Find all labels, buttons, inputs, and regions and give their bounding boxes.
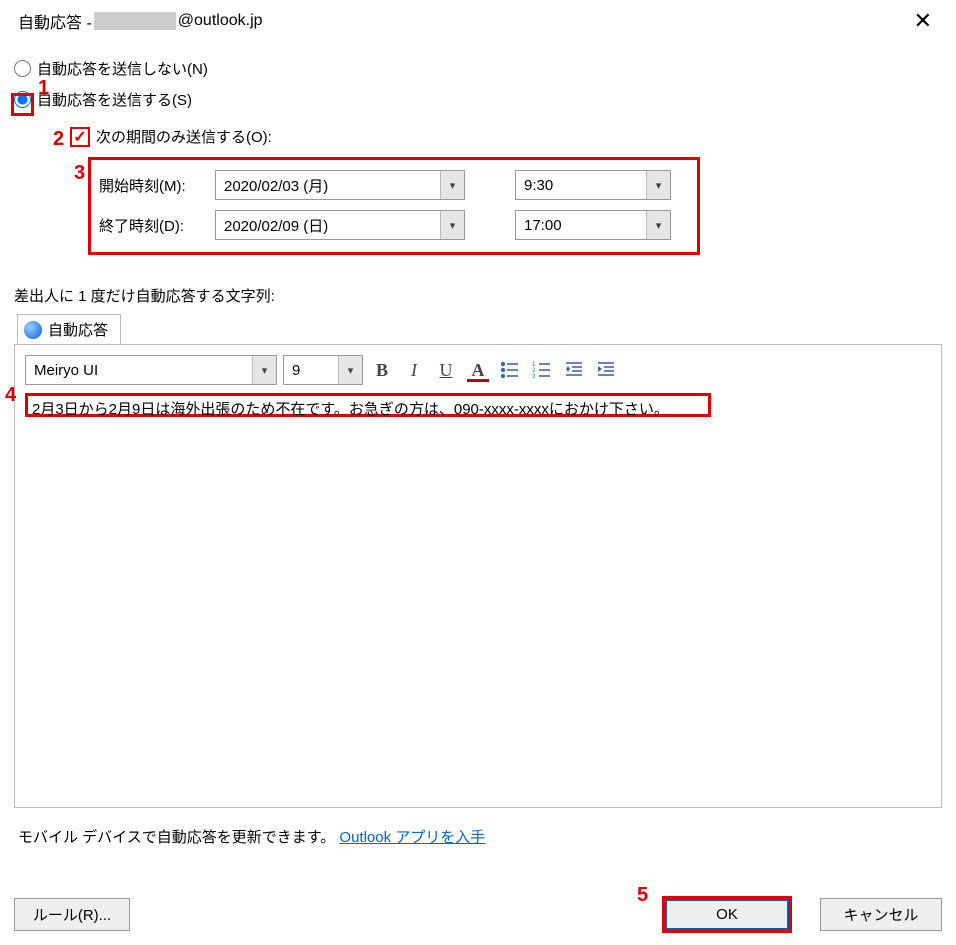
- title-suffix: @outlook.jp: [178, 12, 263, 30]
- number-list-icon[interactable]: 123: [529, 357, 555, 383]
- radio-send[interactable]: [14, 91, 31, 108]
- font-size-select[interactable]: 9 ▾: [283, 355, 363, 385]
- start-time-label: 開始時刻(M):: [99, 175, 215, 196]
- editor-toolbar: Meiryo UI ▾ 9 ▾ B I U A 123: [25, 355, 931, 385]
- radio-dont-send-label: 自動応答を送信しない(N): [37, 58, 208, 79]
- indent-icon[interactable]: [593, 357, 619, 383]
- start-time-select[interactable]: 9:30 ▾: [515, 170, 671, 200]
- mobile-hint: モバイル デバイスで自動応答を更新できます。 Outlook アプリを入手: [18, 826, 942, 847]
- italic-icon[interactable]: I: [401, 357, 427, 383]
- chevron-down-icon[interactable]: ▾: [646, 171, 670, 199]
- title-bar: 自動応答 - @outlook.jp ✕: [0, 0, 956, 40]
- svg-text:3: 3: [532, 374, 536, 380]
- ok-annotation-box: OK: [662, 896, 792, 933]
- outdent-icon[interactable]: [561, 357, 587, 383]
- chevron-down-icon[interactable]: ▾: [440, 171, 464, 199]
- dialog-buttons: ルール(R)... OK キャンセル: [14, 896, 942, 933]
- font-select[interactable]: Meiryo UI ▾: [25, 355, 277, 385]
- end-date-select[interactable]: 2020/02/09 (日) ▾: [215, 210, 465, 240]
- chevron-down-icon[interactable]: ▾: [338, 356, 362, 384]
- email-redacted: [94, 12, 176, 30]
- outlook-app-link[interactable]: Outlook アプリを入手: [339, 829, 485, 846]
- globe-icon: [24, 321, 42, 339]
- radio-send-label: 自動応答を送信する(S): [37, 89, 192, 110]
- radio-send-row[interactable]: 自動応答を送信する(S): [14, 89, 942, 110]
- end-time-label: 終了時刻(D):: [99, 215, 215, 236]
- message-body-area[interactable]: [25, 421, 931, 799]
- cancel-button[interactable]: キャンセル: [820, 898, 942, 931]
- editor-panel: Meiryo UI ▾ 9 ▾ B I U A 123 2月3: [14, 344, 942, 808]
- tab-auto-reply[interactable]: 自動応答: [17, 314, 121, 344]
- end-time-select[interactable]: 17:00 ▾: [515, 210, 671, 240]
- chevron-down-icon[interactable]: ▾: [252, 356, 276, 384]
- radio-dont-send[interactable]: [14, 60, 31, 77]
- chevron-down-icon[interactable]: ▾: [440, 211, 464, 239]
- time-range-block: 開始時刻(M): 2020/02/03 (月) ▾ 9:30 ▾ 終了時刻(D)…: [88, 157, 700, 255]
- checkbox-period-row[interactable]: ✓ 次の期間のみ送信する(O):: [70, 126, 942, 147]
- ok-button[interactable]: OK: [665, 899, 789, 930]
- chevron-down-icon[interactable]: ▾: [646, 211, 670, 239]
- title-prefix: 自動応答 -: [18, 9, 92, 33]
- bold-icon[interactable]: B: [369, 357, 395, 383]
- message-body-input[interactable]: 2月3日から2月9日は海外出張のため不在です。お急ぎの方は、090-xxxx-x…: [25, 393, 711, 417]
- rules-button[interactable]: ルール(R)...: [14, 898, 130, 931]
- radio-dont-send-row[interactable]: 自動応答を送信しない(N): [14, 58, 942, 79]
- underline-icon[interactable]: U: [433, 357, 459, 383]
- checkbox-period-label: 次の期間のみ送信する(O):: [96, 126, 272, 147]
- checkbox-period[interactable]: ✓: [70, 127, 90, 147]
- font-color-icon[interactable]: A: [465, 357, 491, 383]
- start-date-select[interactable]: 2020/02/03 (月) ▾: [215, 170, 465, 200]
- bullet-list-icon[interactable]: [497, 357, 523, 383]
- message-description: 差出人に 1 度だけ自動応答する文字列:: [14, 285, 942, 306]
- close-icon[interactable]: ✕: [902, 6, 944, 36]
